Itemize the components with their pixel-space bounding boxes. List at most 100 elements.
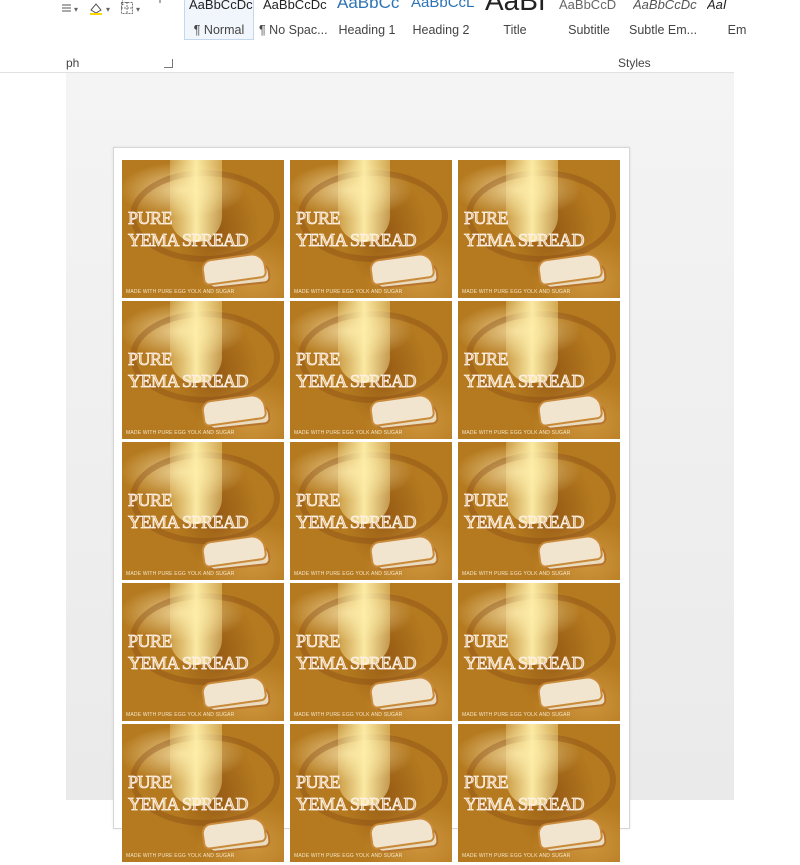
style-name: Title — [503, 23, 527, 37]
label-footer-text: MADE WITH PURE EGG YOLK AND SUGAR — [126, 712, 235, 718]
label-footer-text: MADE WITH PURE EGG YOLK AND SUGAR — [294, 712, 403, 718]
style-item[interactable]: AaBbCcDc ¶ Normal — [184, 0, 254, 40]
product-label[interactable]: PURE YEMA SPREAD MADE WITH PURE EGG YOLK A… — [122, 724, 284, 862]
product-label[interactable]: PURE YEMA SPREAD MADE WITH PURE EGG YOLK A… — [290, 160, 452, 298]
label-footer-text: MADE WITH PURE EGG YOLK AND SUGAR — [294, 571, 403, 577]
bullets-button[interactable]: ▾ — [60, 2, 78, 17]
product-label[interactable]: PURE YEMA SPREAD MADE WITH PURE EGG YOLK A… — [290, 442, 452, 580]
label-footer-text: MADE WITH PURE EGG YOLK AND SUGAR — [462, 712, 571, 718]
label-footer-text: MADE WITH PURE EGG YOLK AND SUGAR — [294, 289, 403, 295]
label-title-line1: PURE — [128, 349, 173, 370]
label-title-line1: PURE — [296, 490, 341, 511]
label-footer-text: MADE WITH PURE EGG YOLK AND SUGAR — [126, 430, 235, 436]
style-item[interactable]: AaBbCc Heading 1 — [332, 0, 402, 40]
ribbon: ▾ ▾ ▾ ↓ ph AaBbCcDc ¶ Normal AaBbCcDc ¶ No … — [0, 0, 746, 73]
label-title-line2: YEMA SPREAD — [296, 230, 417, 251]
label-title-line2: YEMA SPREAD — [128, 794, 249, 815]
style-item[interactable]: AaBbCcDc Subtle Em... — [628, 0, 698, 40]
label-title-line2: YEMA SPREAD — [464, 512, 585, 533]
sort-icon: ↓ — [120, 0, 134, 11]
svg-text:↓: ↓ — [120, 0, 125, 7]
label-footer-text: MADE WITH PURE EGG YOLK AND SUGAR — [294, 853, 403, 859]
styles-gallery: AaBbCcDc ¶ Normal AaBbCcDc ¶ No Spac... AaBb… — [184, 0, 776, 42]
label-footer-text: MADE WITH PURE EGG YOLK AND SUGAR — [294, 430, 403, 436]
style-sample: AaBbCcDc — [633, 0, 697, 12]
bullets-icon — [60, 2, 72, 17]
product-label[interactable]: PURE YEMA SPREAD MADE WITH PURE EGG YOLK A… — [290, 724, 452, 862]
label-footer-text: MADE WITH PURE EGG YOLK AND SUGAR — [462, 289, 571, 295]
label-title-line1: PURE — [296, 349, 341, 370]
dialog-launcher-icon[interactable] — [164, 59, 173, 68]
product-label[interactable]: PURE YEMA SPREAD MADE WITH PURE EGG YOLK A… — [458, 724, 620, 862]
chevron-down-icon: ▾ — [136, 4, 141, 14]
style-item[interactable]: AaI Em — [702, 0, 772, 40]
label-title-line2: YEMA SPREAD — [128, 653, 249, 674]
style-name: Heading 1 — [338, 23, 396, 37]
style-item[interactable]: AaBbCcD Subtitle — [554, 0, 624, 40]
document-page[interactable]: PURE YEMA SPREAD MADE WITH PURE EGG YOLK A… — [113, 147, 630, 862]
style-sample: AaBbCcDc — [263, 0, 327, 12]
product-label[interactable]: PURE YEMA SPREAD MADE WITH PURE EGG YOLK A… — [458, 160, 620, 298]
chevron-down-icon: ▾ — [106, 4, 111, 14]
label-title-line2: YEMA SPREAD — [464, 230, 585, 251]
product-label[interactable]: PURE YEMA SPREAD MADE WITH PURE EGG YOLK A… — [122, 301, 284, 439]
product-label[interactable]: PURE YEMA SPREAD MADE WITH PURE EGG YOLK A… — [122, 160, 284, 298]
style-name: Subtitle — [568, 23, 610, 37]
sort-button[interactable]: ↓ — [120, 0, 134, 12]
style-sample: AaBbCcDc — [189, 0, 253, 12]
product-label[interactable]: PURE YEMA SPREAD MADE WITH PURE EGG YOLK A… — [122, 583, 284, 721]
product-label[interactable]: PURE YEMA SPREAD MADE WITH PURE EGG YOLK A… — [290, 583, 452, 721]
style-sample: AaBbCcD — [559, 0, 617, 12]
label-title-line1: PURE — [464, 349, 509, 370]
right-margin-area — [734, 0, 800, 800]
label-footer-text: MADE WITH PURE EGG YOLK AND SUGAR — [126, 853, 235, 859]
paragraph-group-label: ph — [66, 56, 80, 70]
style-sample: AaBbCcL — [411, 0, 475, 11]
pilcrow-icon — [156, 0, 164, 11]
style-item[interactable]: AaBI Title — [480, 0, 550, 40]
style-sample: AaBI — [485, 0, 546, 16]
product-label[interactable]: PURE YEMA SPREAD MADE WITH PURE EGG YOLK A… — [458, 583, 620, 721]
product-label[interactable]: PURE YEMA SPREAD MADE WITH PURE EGG YOLK A… — [290, 301, 452, 439]
label-title-line2: YEMA SPREAD — [464, 371, 585, 392]
style-name: ¶ Normal — [193, 23, 245, 37]
label-title-line1: PURE — [296, 208, 341, 229]
style-name: Em — [727, 23, 747, 37]
product-label[interactable]: PURE YEMA SPREAD MADE WITH PURE EGG YOLK A… — [122, 442, 284, 580]
label-title-line1: PURE — [128, 490, 173, 511]
style-name: ¶ No Spac... — [259, 23, 327, 37]
style-item[interactable]: AaBbCcDc ¶ No Spac... — [258, 0, 328, 40]
label-footer-text: MADE WITH PURE EGG YOLK AND SUGAR — [462, 571, 571, 577]
shading-button[interactable]: ▾ — [88, 1, 110, 18]
label-footer-text: MADE WITH PURE EGG YOLK AND SUGAR — [462, 853, 571, 859]
shading-icon — [88, 1, 104, 18]
style-sample: AaI — [707, 0, 727, 12]
label-footer-text: MADE WITH PURE EGG YOLK AND SUGAR — [462, 430, 571, 436]
paragraph-tools: ▾ ▾ ▾ — [60, 0, 150, 24]
label-grid: PURE YEMA SPREAD MADE WITH PURE EGG YOLK A… — [122, 160, 622, 865]
product-label[interactable]: PURE YEMA SPREAD MADE WITH PURE EGG YOLK A… — [458, 301, 620, 439]
label-footer-text: MADE WITH PURE EGG YOLK AND SUGAR — [126, 571, 235, 577]
label-title-line1: PURE — [128, 631, 173, 652]
label-title-line1: PURE — [464, 208, 509, 229]
label-title-line2: YEMA SPREAD — [464, 653, 585, 674]
chevron-down-icon: ▾ — [74, 4, 79, 14]
product-label[interactable]: PURE YEMA SPREAD MADE WITH PURE EGG YOLK A… — [458, 442, 620, 580]
label-title-line2: YEMA SPREAD — [296, 512, 417, 533]
label-title-line2: YEMA SPREAD — [128, 371, 249, 392]
label-title-line2: YEMA SPREAD — [296, 371, 417, 392]
left-margin-area — [0, 72, 66, 800]
label-footer-text: MADE WITH PURE EGG YOLK AND SUGAR — [126, 289, 235, 295]
styles-group-label: Styles — [618, 56, 651, 70]
label-title-line1: PURE — [296, 631, 341, 652]
style-name: Subtle Em... — [629, 23, 697, 37]
style-item[interactable]: AaBbCcL Heading 2 — [406, 0, 476, 40]
label-title-line1: PURE — [464, 772, 509, 793]
label-title-line1: PURE — [464, 631, 509, 652]
label-title-line2: YEMA SPREAD — [296, 653, 417, 674]
style-name: Heading 2 — [412, 23, 470, 37]
pilcrow-button[interactable] — [156, 0, 164, 12]
label-title-line2: YEMA SPREAD — [296, 794, 417, 815]
label-title-line2: YEMA SPREAD — [464, 794, 585, 815]
label-title-line2: YEMA SPREAD — [128, 512, 249, 533]
